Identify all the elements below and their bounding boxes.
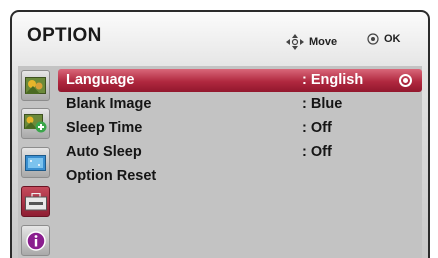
menu-item-label: Blank Image	[66, 96, 152, 112]
category-sidebar	[18, 66, 52, 258]
sidebar-item-picture-plus[interactable]	[21, 108, 50, 139]
osd-window: OPTION Move OK Language: English Blank …	[10, 10, 430, 258]
four-way-arrow-icon	[286, 34, 304, 50]
ok-label: OK	[384, 33, 401, 45]
menu-item-option-reset[interactable]: Option Reset	[58, 165, 422, 188]
sidebar-item-screen[interactable]	[21, 147, 50, 178]
picture-plus-icon	[24, 114, 47, 133]
toolbox-icon	[24, 192, 47, 210]
sidebar-item-info[interactable]	[21, 225, 50, 256]
menu-item-label: Option Reset	[66, 168, 157, 184]
menu-item-label: Auto Sleep	[66, 144, 142, 160]
move-hint: Move	[284, 33, 337, 51]
enter-button-icon	[367, 33, 379, 45]
move-label: Move	[309, 36, 338, 48]
menu-item-auto-sleep[interactable]: Auto Sleep : Off	[58, 141, 422, 164]
sidebar-item-picture[interactable]	[21, 70, 50, 101]
menu-item-value: : Off	[302, 120, 332, 136]
picture-icon	[25, 77, 46, 94]
screen-icon	[25, 154, 46, 171]
sidebar-item-option[interactable]	[21, 186, 50, 217]
menu-item-label: Language	[66, 72, 135, 88]
menu-item-value: : English	[302, 72, 364, 88]
osd-header: OPTION Move OK	[12, 12, 428, 64]
info-icon	[25, 230, 46, 251]
menu-item-label: Sleep Time	[66, 120, 143, 136]
menu-item-language[interactable]: Language : English	[58, 69, 422, 92]
menu-panel: Language : English Blank Image : Blue Sl…	[18, 66, 422, 258]
radio-selected-icon	[399, 74, 412, 87]
page-title: OPTION	[27, 25, 102, 46]
menu-item-value: : Off	[302, 144, 332, 160]
ok-hint: OK	[367, 33, 401, 45]
menu-item-blank-image[interactable]: Blank Image : Blue	[58, 93, 422, 116]
menu-item-sleep-time[interactable]: Sleep Time : Off	[58, 117, 422, 140]
menu-item-value: : Blue	[302, 96, 343, 112]
